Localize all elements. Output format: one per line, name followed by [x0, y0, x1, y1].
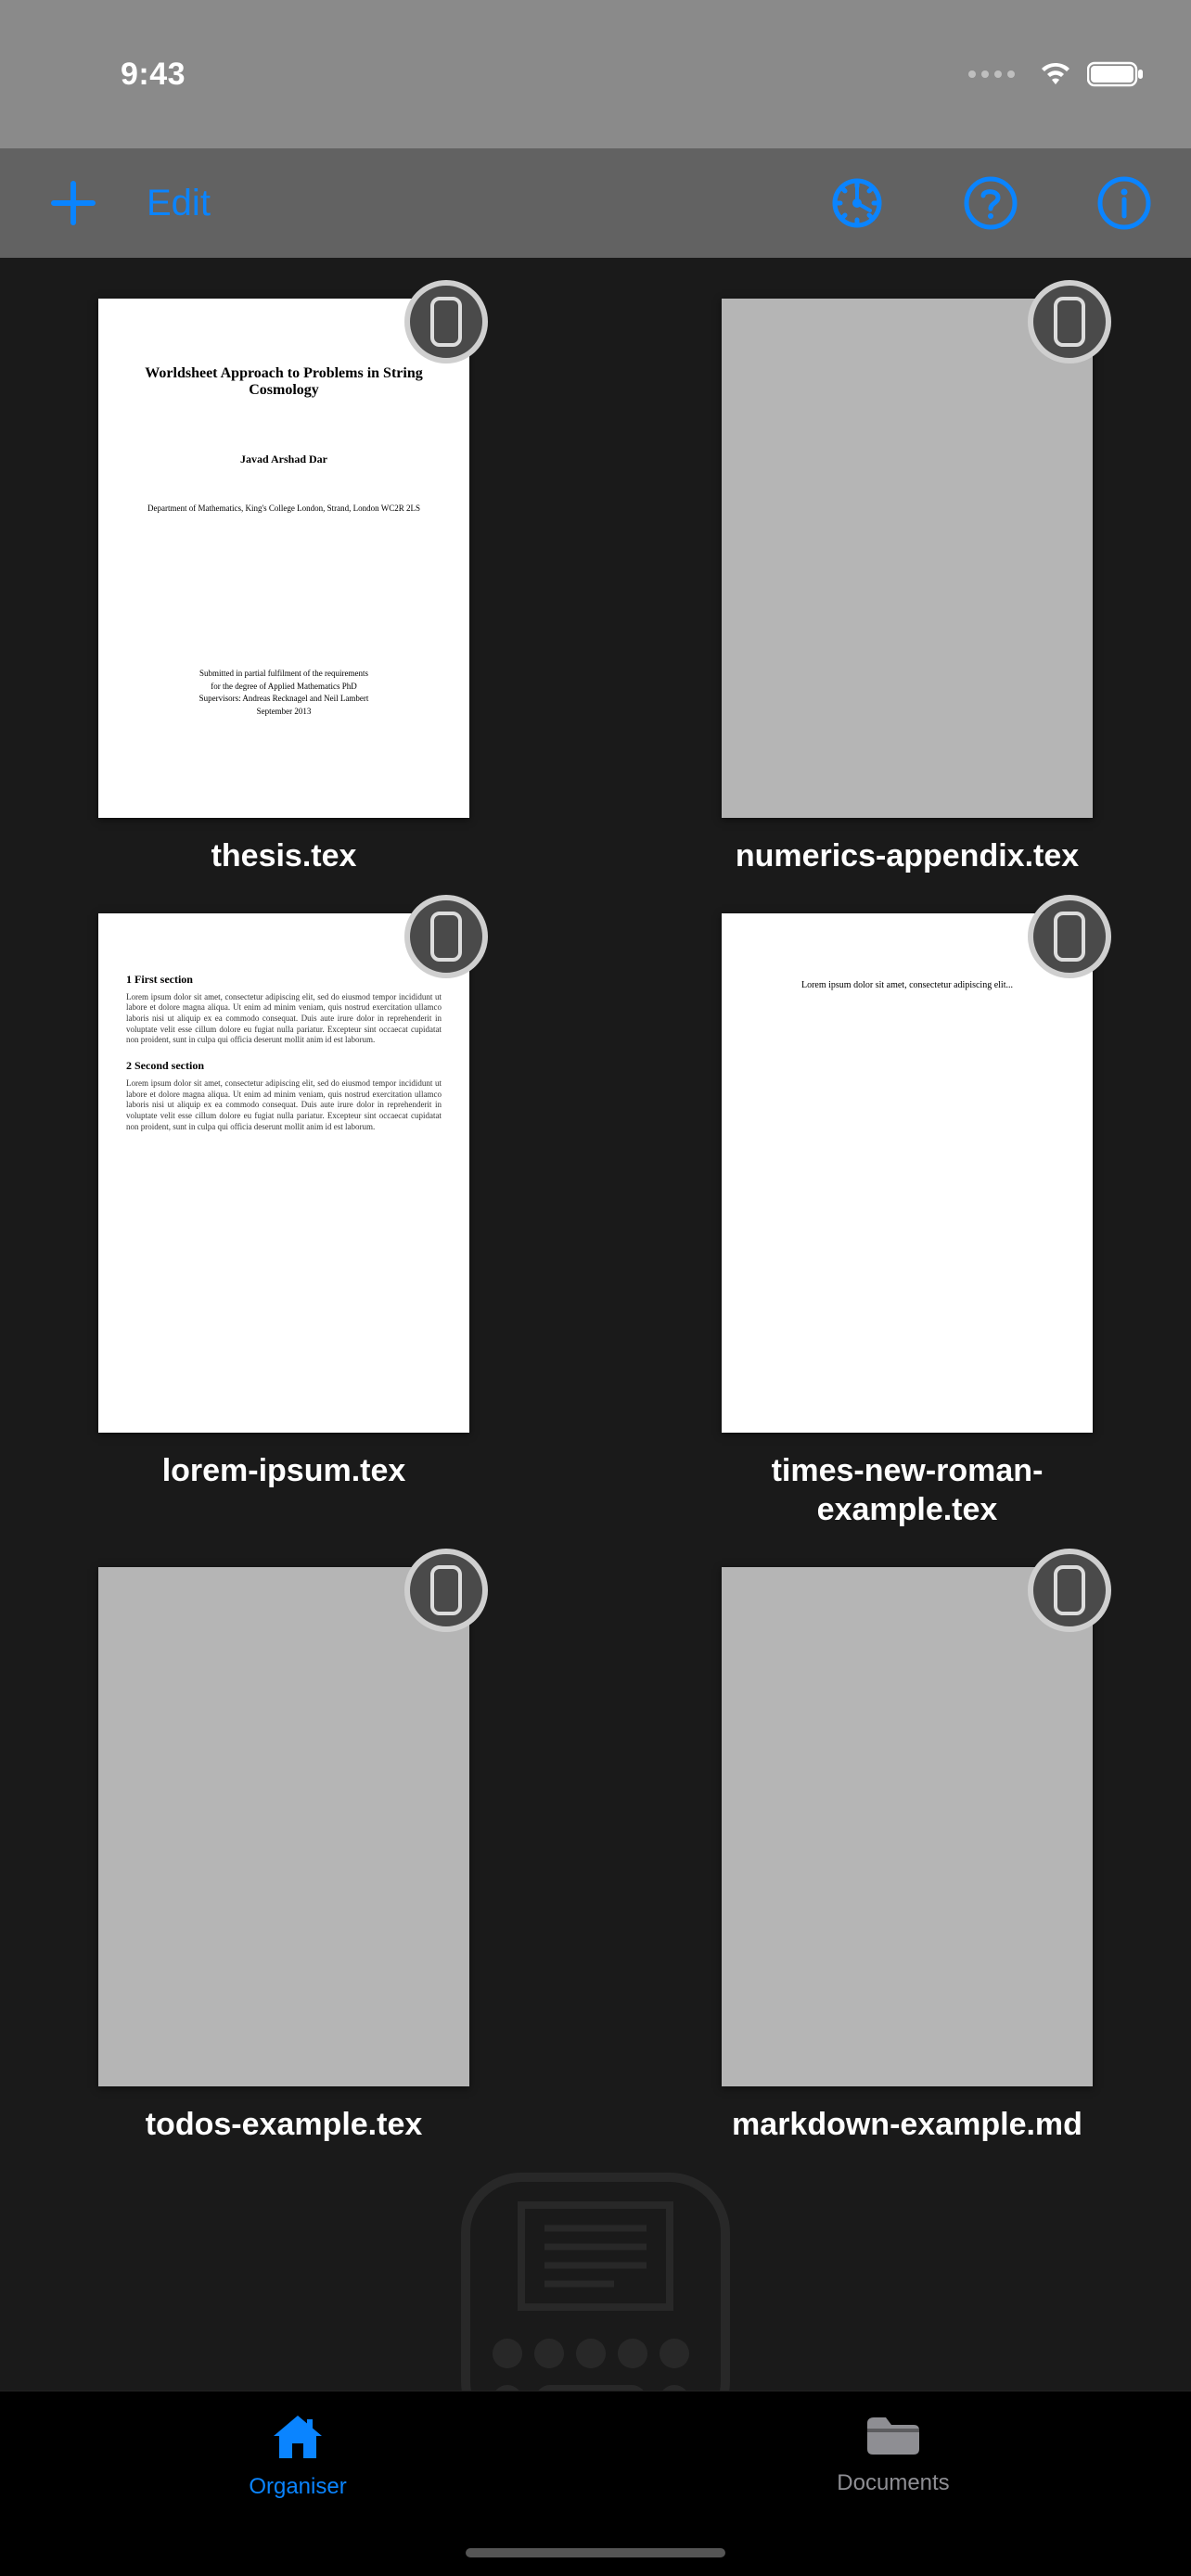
doc-name: times-new-roman-example.tex — [703, 1451, 1111, 1530]
doc-name: thesis.tex — [211, 836, 357, 876]
tab-label: Documents — [837, 2470, 949, 2496]
thesis-dept: Department of Mathematics, King's Colleg… — [122, 504, 445, 513]
folder-icon — [864, 2412, 923, 2463]
home-indicator — [466, 2548, 725, 2557]
doc-name: markdown-example.md — [732, 2105, 1082, 2145]
status-right — [968, 60, 1145, 88]
doc-item-numerics-appendix[interactable]: numerics-appendix.tex — [722, 299, 1093, 876]
doc-item-times-new-roman[interactable]: Lorem ipsum dolor sit amet, consectetur … — [703, 913, 1111, 1530]
tab-label: Organiser — [249, 2474, 346, 2500]
help-button[interactable] — [961, 173, 1020, 233]
tab-bar: Organiser Documents — [0, 2391, 1191, 2576]
wifi-icon — [1037, 60, 1074, 88]
doc-item-thesis[interactable]: Worldsheet Approach to Problems in Strin… — [98, 299, 469, 876]
info-button[interactable] — [1095, 173, 1154, 233]
add-button[interactable] — [46, 176, 100, 230]
settings-button[interactable] — [827, 173, 887, 233]
doc-name: todos-example.tex — [146, 2105, 423, 2145]
battery-icon — [1087, 61, 1145, 87]
doc-thumbnail: Lorem ipsum dolor sit amet, consectetur … — [722, 913, 1093, 1433]
doc-item-markdown-example[interactable]: markdown-example.md — [722, 1567, 1093, 2145]
doc-name: lorem-ipsum.tex — [162, 1451, 406, 1491]
status-bar: 9:43 — [0, 0, 1191, 148]
device-badge-icon — [1028, 895, 1111, 978]
status-time: 9:43 — [121, 57, 186, 93]
edit-button[interactable]: Edit — [147, 183, 211, 224]
doc-name: numerics-appendix.tex — [736, 836, 1079, 876]
doc-item-lorem-ipsum[interactable]: 1 First section Lorem ipsum dolor sit am… — [98, 913, 469, 1530]
doc-thumbnail: 1 First section Lorem ipsum dolor sit am… — [98, 913, 469, 1433]
home-icon — [270, 2412, 326, 2467]
cell-signal-dots — [968, 70, 1015, 78]
doc-thumbnail — [722, 299, 1093, 818]
doc-thumbnail — [722, 1567, 1093, 2086]
thesis-author: Javad Arshad Dar — [122, 453, 445, 466]
doc-thumbnail: Worldsheet Approach to Problems in Strin… — [98, 299, 469, 818]
doc-thumbnail — [98, 1567, 469, 2086]
thesis-title: Worldsheet Approach to Problems in Strin… — [122, 365, 445, 399]
device-badge-icon — [404, 895, 488, 978]
documents-grid: Worldsheet Approach to Problems in Strin… — [0, 258, 1191, 2391]
device-badge-icon — [1028, 1549, 1111, 1632]
device-badge-icon — [1028, 280, 1111, 363]
doc-item-todos-example[interactable]: todos-example.tex — [98, 1567, 469, 2145]
device-badge-icon — [404, 1549, 488, 1632]
nav-bar: Edit — [0, 148, 1191, 258]
device-badge-icon — [404, 280, 488, 363]
